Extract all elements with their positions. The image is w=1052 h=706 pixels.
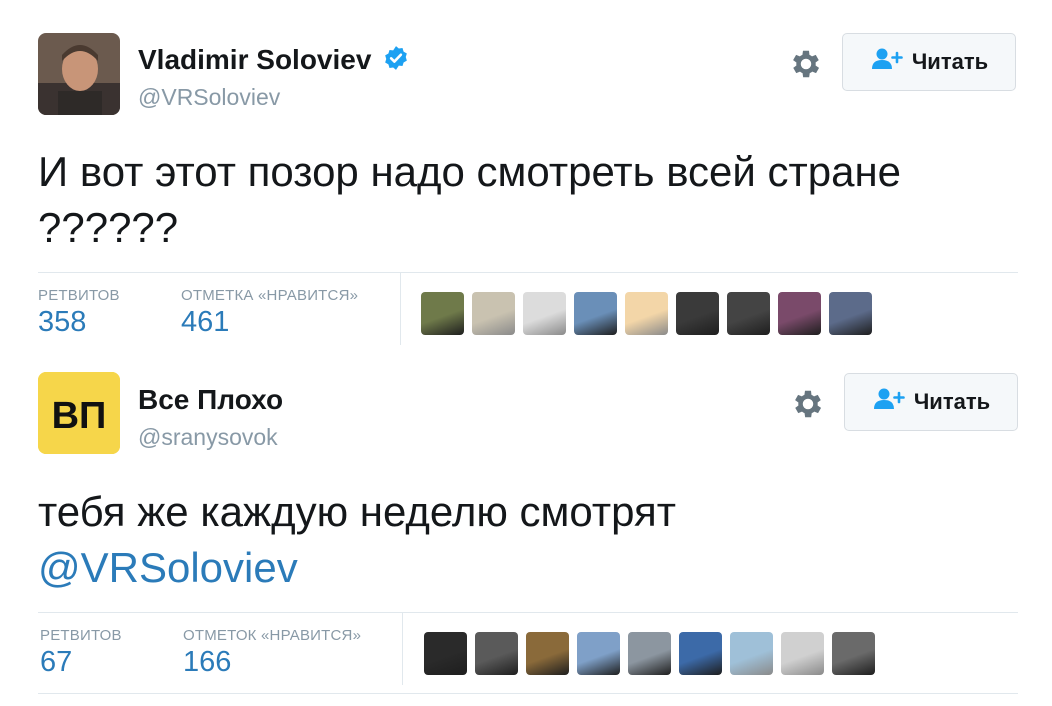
retweets-label[interactable]: РЕТВИТОВ [38,287,120,304]
author-name-text[interactable]: Vladimir Soloviev [138,44,371,75]
liker-avatar[interactable] [577,632,620,675]
avatar[interactable] [38,33,120,115]
author-name[interactable]: Vladimir Soloviev [138,44,409,78]
liker-avatar[interactable] [625,292,668,335]
liker-avatar[interactable] [781,632,824,675]
follow-button[interactable]: Читать [842,33,1016,91]
divider [38,612,1018,613]
author-handle[interactable]: @sranysovok [138,424,278,451]
tweet-text-line: И вот этот позор надо смотреть всей стра… [38,148,902,195]
divider [38,272,1018,273]
gear-icon[interactable] [788,46,824,82]
retweets-count[interactable]: 358 [38,306,86,339]
liker-avatar[interactable] [475,632,518,675]
follow-label: Читать [913,389,991,414]
likers-avatars [421,292,872,335]
divider [38,693,1018,694]
liker-avatar[interactable] [727,292,770,335]
liker-avatar[interactable] [424,632,467,675]
tweet-text-line: тебя же каждую неделю смотрят [38,488,676,535]
retweets-label[interactable]: РЕТВИТОВ [40,627,122,644]
add-user-icon [872,387,906,417]
likes-count[interactable]: 166 [183,646,231,679]
liker-avatar[interactable] [832,632,875,675]
retweets-count[interactable]: 67 [40,646,72,679]
liker-avatar[interactable] [829,292,872,335]
author-handle[interactable]: @VRSoloviev [138,84,280,111]
avatar[interactable]: ВП [38,372,120,454]
mention-link[interactable]: @VRSoloviev [38,540,676,596]
tweet-text: И вот этот позор надо смотреть всей стра… [38,144,901,256]
liker-avatar[interactable] [730,632,773,675]
tweet-text: тебя же каждую неделю смотрят @VRSolovie… [38,484,676,596]
liker-avatar[interactable] [628,632,671,675]
liker-avatar[interactable] [778,292,821,335]
liker-avatar[interactable] [421,292,464,335]
add-user-icon [870,47,904,77]
liker-avatar[interactable] [676,292,719,335]
verified-badge-icon [383,45,409,78]
likes-label[interactable]: ОТМЕТОК «НРАВИТСЯ» [183,627,361,644]
likes-count[interactable]: 461 [181,306,229,339]
tweet-text-line: ?????? [38,204,179,251]
divider [402,613,403,685]
liker-avatar[interactable] [574,292,617,335]
follow-button[interactable]: Читать [844,373,1018,431]
liker-avatar[interactable] [523,292,566,335]
likes-label[interactable]: ОТМЕТКА «НРАВИТСЯ» [181,287,358,304]
follow-label: Читать [911,49,989,74]
author-name[interactable]: Все Плохо [138,384,283,416]
liker-avatar[interactable] [472,292,515,335]
gear-icon[interactable] [790,386,826,422]
liker-avatar[interactable] [679,632,722,675]
divider [400,273,401,345]
avatar-logo-text: ВП [52,395,107,437]
likers-avatars [424,632,875,675]
liker-avatar[interactable] [526,632,569,675]
